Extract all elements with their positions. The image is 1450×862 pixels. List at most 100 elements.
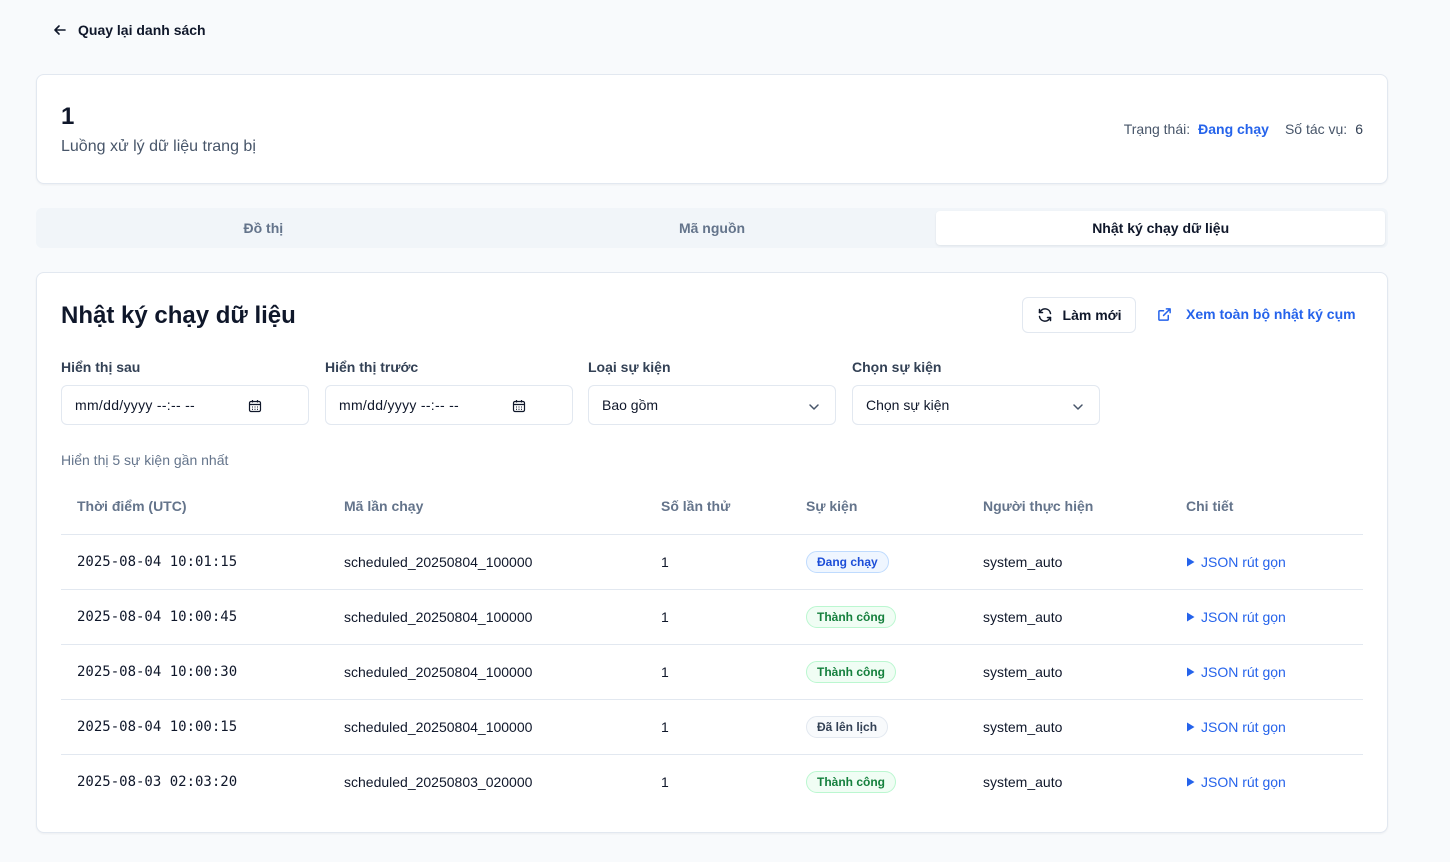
filter-event-type-label: Loại sự kiện	[588, 359, 671, 375]
event-badge: Đang chạy	[806, 550, 889, 573]
view-cluster-log-link[interactable]: Xem toàn bộ nhật ký cụm	[1157, 306, 1356, 322]
cell-run-id: scheduled_20250804_100000	[328, 644, 645, 700]
json-detail-toggle[interactable]: JSON rút gọn	[1186, 554, 1286, 570]
chevron-down-icon	[1073, 404, 1083, 410]
cell-time: 2025-08-03 02:03:20	[77, 773, 238, 790]
event-badge: Thành công	[806, 605, 896, 628]
caret-right-icon	[1187, 667, 1195, 676]
tab-run-log[interactable]: Nhật ký chạy dữ liệu	[936, 211, 1386, 245]
cell-detail: JSON rút gọn	[1170, 644, 1363, 700]
caret-right-icon	[1187, 557, 1195, 566]
pipeline-meta: Trạng thái: Đang chạy Số tác vụ: 6	[1124, 121, 1363, 137]
table-row: 2025-08-04 10:00:30 scheduled_20250804_1…	[61, 644, 1363, 700]
filter-before-input[interactable]: mm/dd/yyyy --:-- --	[325, 385, 573, 425]
pipeline-subtitle: Luồng xử lý dữ liệu trang bị	[61, 138, 256, 155]
cell-event: Thành công	[790, 754, 967, 809]
cell-event: Đang chạy	[790, 534, 967, 590]
table-row: 2025-08-04 10:01:15 scheduled_20250804_1…	[61, 534, 1363, 590]
back-to-list-link[interactable]: Quay lại danh sách	[52, 20, 206, 40]
json-detail-label: JSON rút gọn	[1201, 663, 1286, 680]
task-count-value: 6	[1355, 121, 1363, 137]
json-detail-toggle[interactable]: JSON rút gọn	[1186, 609, 1286, 625]
cell-run-id: scheduled_20250803_020000	[344, 773, 533, 790]
cell-run-id: scheduled_20250804_100000	[328, 534, 645, 590]
json-detail-label: JSON rút gọn	[1201, 608, 1286, 625]
table-row: 2025-08-03 02:03:20 scheduled_20250803_0…	[61, 754, 1363, 809]
filter-after-input[interactable]: mm/dd/yyyy --:-- --	[61, 385, 309, 425]
event-badge: Thành công	[806, 660, 896, 683]
cell-event: Thành công	[790, 589, 967, 645]
cell-actor: system_auto	[967, 644, 1170, 700]
cell-time: 2025-08-04 10:00:15	[61, 699, 328, 755]
events-table: Thời điểm (UTC) Mã lần chạy Số lần thử S…	[61, 479, 1363, 809]
calendar-icon[interactable]	[248, 399, 262, 413]
cell-event: Thành công	[790, 644, 967, 700]
json-detail-toggle[interactable]: JSON rút gọn	[1186, 719, 1286, 735]
event-select[interactable]: Chọn sự kiện	[852, 385, 1100, 425]
arrow-left-icon	[54, 25, 66, 35]
cell-actor: system_auto	[967, 589, 1170, 645]
tab-source-code[interactable]: Mã nguồn	[488, 211, 937, 245]
task-count-label: Số tác vụ:	[1284, 121, 1348, 137]
table-header-row: Thời điểm (UTC) Mã lần chạy Số lần thử S…	[61, 479, 1363, 535]
refresh-button-label: Làm mới	[1062, 307, 1122, 323]
caret-right-icon	[1187, 612, 1195, 621]
event-count-note: Hiển thị 5 sự kiện gần nhất	[61, 452, 229, 468]
status-value: Đang chạy	[1198, 121, 1269, 137]
caret-right-icon	[1187, 777, 1195, 787]
event-badge: Thành công	[806, 770, 896, 793]
filter-after-placeholder: mm/dd/yyyy --:-- --	[75, 397, 196, 413]
run-log-title: Nhật ký chạy dữ liệu	[61, 302, 296, 329]
column-header-time: Thời điểm (UTC)	[61, 479, 328, 535]
event-type-select[interactable]: Bao gồm	[588, 385, 836, 425]
filter-event-label: Chọn sự kiện	[852, 359, 942, 375]
event-badge: Đã lên lịch	[806, 715, 889, 738]
back-link-label: Quay lại danh sách	[78, 22, 206, 38]
cell-actor: system_auto	[967, 699, 1170, 755]
cell-attempt: 1	[645, 644, 790, 700]
table-row: 2025-08-04 10:00:45 scheduled_20250804_1…	[61, 589, 1363, 645]
json-detail-toggle[interactable]: JSON rút gọn	[1186, 774, 1286, 790]
cell-time: 2025-08-04 10:00:45	[61, 589, 328, 645]
refresh-button[interactable]: Làm mới	[1022, 297, 1136, 333]
table-row: 2025-08-04 10:00:15 scheduled_20250804_1…	[61, 699, 1363, 755]
json-detail-label: JSON rút gọn	[1201, 553, 1286, 570]
pipeline-title: 1	[61, 103, 75, 130]
pipeline-tabs: Đồ thị Mã nguồn Nhật ký chạy dữ liệu	[36, 208, 1388, 248]
cell-actor: system_auto	[967, 534, 1170, 590]
cell-attempt: 1	[645, 534, 790, 590]
cell-detail: JSON rút gọn	[1170, 589, 1363, 645]
json-detail-toggle[interactable]: JSON rút gọn	[1186, 664, 1286, 680]
pipeline-header-card: 1 Luồng xử lý dữ liệu trang bị Trạng thá…	[36, 74, 1388, 184]
cell-detail: JSON rút gọn	[1170, 534, 1363, 590]
event-type-value: Bao gồm	[602, 397, 659, 413]
cell-actor: system_auto	[983, 773, 1063, 790]
caret-right-icon	[1187, 722, 1195, 731]
cell-time: 2025-08-04 10:01:15	[61, 534, 328, 590]
cell-attempt: 1	[645, 699, 790, 755]
column-header-event: Sự kiện	[790, 479, 967, 535]
column-header-attempt: Số lần thử	[645, 479, 790, 535]
cell-detail: JSON rút gọn	[1170, 754, 1363, 809]
cell-run-id: scheduled_20250804_100000	[328, 699, 645, 755]
cell-run-id: scheduled_20250804_100000	[328, 589, 645, 645]
cell-time: 2025-08-04 10:00:30	[61, 644, 328, 700]
status-label: Trạng thái:	[1123, 121, 1191, 137]
filter-before-placeholder: mm/dd/yyyy --:-- --	[339, 397, 460, 413]
calendar-icon[interactable]	[512, 399, 526, 413]
cell-event: Đã lên lịch	[790, 699, 967, 755]
cluster-link-label: Xem toàn bộ nhật ký cụm	[1186, 306, 1356, 322]
filter-after-label: Hiển thị sau	[61, 359, 141, 375]
external-link-icon	[1158, 307, 1171, 321]
json-detail-label: JSON rút gọn	[1201, 773, 1286, 790]
json-detail-label: JSON rút gọn	[1201, 718, 1286, 735]
event-select-value: Chọn sự kiện	[866, 397, 950, 413]
column-header-detail: Chi tiết	[1170, 479, 1363, 535]
refresh-icon	[1038, 308, 1051, 322]
cell-attempt: 1	[661, 773, 669, 790]
filter-before-label: Hiển thị trước	[325, 359, 419, 375]
run-log-card: Nhật ký chạy dữ liệu Làm mới Xem toàn bộ…	[36, 272, 1388, 833]
column-header-actor: Người thực hiện	[967, 479, 1170, 535]
tab-graph[interactable]: Đồ thị	[39, 211, 488, 245]
column-header-run-id: Mã lần chạy	[328, 479, 645, 535]
